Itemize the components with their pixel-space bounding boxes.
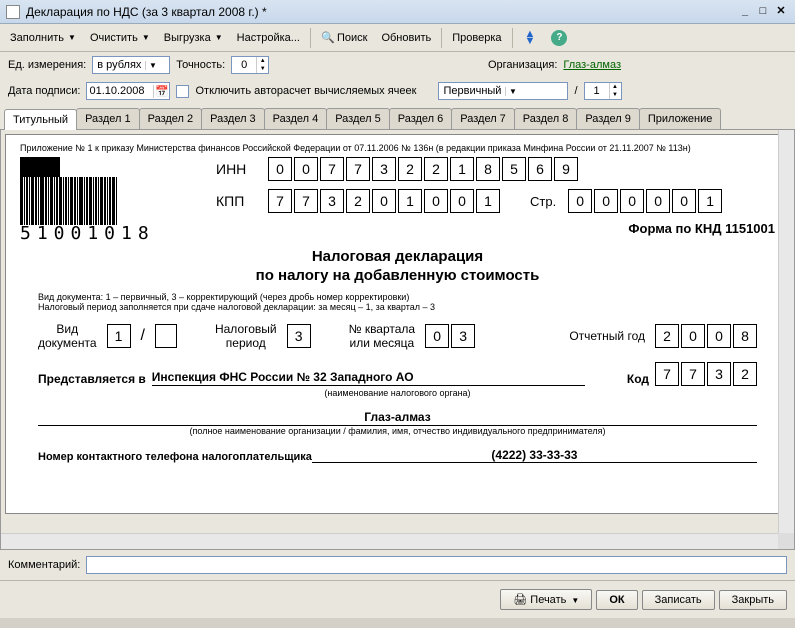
unit-select[interactable]: в рублях▼ bbox=[92, 56, 170, 74]
tab-section-5[interactable]: Раздел 5 bbox=[326, 108, 390, 129]
document-viewport: Приложение № 1 к приказу Министерства фи… bbox=[0, 130, 795, 550]
precision-label: Точность: bbox=[176, 59, 225, 71]
check-button[interactable]: Проверка bbox=[446, 29, 507, 47]
print-button[interactable]: 🖨 Печать ▼ bbox=[500, 589, 592, 610]
tab-section-6[interactable]: Раздел 6 bbox=[389, 108, 453, 129]
vertical-scrollbar[interactable] bbox=[778, 130, 794, 533]
footer-buttons: 🖨 Печать ▼ ОК Записать Закрыть bbox=[0, 580, 795, 618]
search-icon: 🔍 bbox=[321, 31, 335, 45]
organization-sublabel: (полное наименование организации / фамил… bbox=[38, 426, 757, 436]
expand-collapse-button[interactable]: ▲▼ bbox=[517, 28, 544, 48]
help-icon: ? bbox=[551, 30, 567, 46]
comment-row: Комментарий: bbox=[0, 550, 795, 580]
scroll-corner bbox=[778, 533, 794, 549]
calendar-icon[interactable]: 📅 bbox=[153, 85, 169, 98]
tab-section-9[interactable]: Раздел 9 bbox=[576, 108, 640, 129]
search-button[interactable]: 🔍Поиск bbox=[315, 28, 373, 48]
sign-date-input[interactable]: 📅 bbox=[86, 82, 170, 100]
corr-spinner[interactable]: ▲▼ bbox=[584, 82, 622, 100]
refresh-button[interactable]: Обновить bbox=[375, 29, 437, 47]
precision-input[interactable] bbox=[232, 58, 256, 72]
fill-button[interactable]: Заполнить▼ bbox=[4, 29, 82, 47]
page-cells: 00 00 01 bbox=[568, 189, 722, 213]
tab-section-1[interactable]: Раздел 1 bbox=[76, 108, 140, 129]
maximize-button[interactable]: □ bbox=[755, 4, 771, 20]
tab-section-8[interactable]: Раздел 8 bbox=[514, 108, 578, 129]
year-cells[interactable]: 20 08 bbox=[655, 324, 757, 348]
tax-period-label: Налоговый период bbox=[215, 322, 277, 350]
autocalc-label: Отключить авторасчет вычисляемых ячеек bbox=[195, 85, 416, 97]
slash-label: / bbox=[574, 85, 577, 97]
params-row-2: Дата подписи: 📅 Отключить авторасчет выч… bbox=[0, 78, 795, 104]
tab-section-4[interactable]: Раздел 4 bbox=[264, 108, 328, 129]
appendix-note: Приложение № 1 к приказу Министерства фи… bbox=[20, 143, 775, 153]
comment-label: Комментарий: bbox=[8, 559, 80, 571]
inn-label: ИНН bbox=[216, 161, 256, 177]
barcode-number: 51001018 bbox=[20, 223, 190, 244]
close-button[interactable]: ✕ bbox=[773, 4, 789, 20]
autocalc-checkbox[interactable] bbox=[176, 85, 189, 98]
main-toolbar: Заполнить▼ Очистить▼ Выгрузка▼ Настройка… bbox=[0, 24, 795, 52]
precision-spinner[interactable]: ▲▼ bbox=[231, 56, 269, 74]
save-button[interactable]: Записать bbox=[642, 590, 715, 610]
kpp-label: КПП bbox=[216, 193, 256, 209]
doc-kind-label: Вид документа bbox=[38, 322, 97, 350]
comment-input[interactable] bbox=[86, 556, 787, 574]
quarter-label: № квартала или месяца bbox=[349, 322, 416, 350]
tab-section-3[interactable]: Раздел 3 bbox=[201, 108, 265, 129]
org-label: Организация: bbox=[488, 59, 557, 71]
inn-cells[interactable]: 00 77 32 21 85 69 bbox=[268, 157, 578, 181]
doc-kind-v2[interactable] bbox=[155, 324, 177, 348]
phone-value[interactable]: (4222) 33-33-33 bbox=[312, 448, 757, 463]
document-page: Приложение № 1 к приказу Министерства фи… bbox=[5, 134, 790, 514]
tab-title[interactable]: Титульный bbox=[4, 109, 77, 130]
window-titlebar: Декларация по НДС (за 3 квартал 2008 г.)… bbox=[0, 0, 795, 24]
ok-button[interactable]: ОК bbox=[596, 590, 637, 610]
settings-button[interactable]: Настройка... bbox=[231, 29, 306, 47]
year-label: Отчетный год bbox=[569, 329, 645, 343]
unit-label: Ед. измерения: bbox=[8, 59, 86, 71]
org-link[interactable]: Глаз-алмаз bbox=[563, 59, 621, 71]
phone-label: Номер контактного телефона налогоплатель… bbox=[38, 451, 312, 463]
doc-kind-v1[interactable]: 1 bbox=[107, 324, 131, 348]
section-tabs: Титульный Раздел 1 Раздел 2 Раздел 3 Раз… bbox=[0, 104, 795, 130]
tab-section-7[interactable]: Раздел 7 bbox=[451, 108, 515, 129]
kpp-cells[interactable]: 77 32 01 00 1 bbox=[268, 189, 500, 213]
page-label: Стр. bbox=[530, 194, 556, 209]
sign-date-label: Дата подписи: bbox=[8, 85, 80, 97]
help-button[interactable]: ? bbox=[545, 27, 573, 49]
minimize-button[interactable]: _ bbox=[737, 4, 753, 20]
tax-authority-name[interactable]: Инспекция ФНС России № 32 Западного АО bbox=[152, 370, 585, 386]
horizontal-scrollbar[interactable] bbox=[1, 533, 778, 549]
export-button[interactable]: Выгрузка▼ bbox=[158, 29, 229, 47]
window-title: Декларация по НДС (за 3 квартал 2008 г.)… bbox=[26, 5, 735, 19]
print-icon: 🖨 bbox=[513, 594, 527, 606]
app-icon bbox=[6, 5, 20, 19]
params-row: Ед. измерения: в рублях▼ Точность: ▲▼ Ор… bbox=[0, 52, 795, 78]
tab-appendix[interactable]: Приложение bbox=[639, 108, 722, 129]
tax-period-value[interactable]: 3 bbox=[287, 324, 311, 348]
hint-1: Вид документа: 1 – первичный, 3 – коррек… bbox=[38, 292, 757, 302]
organization-name[interactable]: Глаз-алмаз bbox=[38, 410, 757, 426]
code-label: Код bbox=[627, 372, 649, 386]
quarter-cells[interactable]: 03 bbox=[425, 324, 475, 348]
close-form-button[interactable]: Закрыть bbox=[719, 590, 787, 610]
represented-label: Представляется в bbox=[38, 372, 146, 386]
hint-2: Налоговый период заполняется при сдаче н… bbox=[38, 302, 757, 312]
doc-type-select[interactable]: Первичный▼ bbox=[438, 82, 568, 100]
declaration-subtitle: по налогу на добавленную стоимость bbox=[20, 267, 775, 284]
expand-collapse-icon: ▲▼ bbox=[525, 31, 536, 45]
tax-authority-sublabel: (наименование налогового органа) bbox=[38, 388, 757, 398]
barcode: 51001018 bbox=[20, 157, 190, 244]
code-cells[interactable]: 77 32 bbox=[655, 362, 757, 386]
clear-button[interactable]: Очистить▼ bbox=[84, 29, 156, 47]
knd-label: Форма по КНД 1151001 bbox=[216, 221, 775, 236]
tab-section-2[interactable]: Раздел 2 bbox=[139, 108, 203, 129]
declaration-title: Налоговая декларация bbox=[20, 248, 775, 265]
